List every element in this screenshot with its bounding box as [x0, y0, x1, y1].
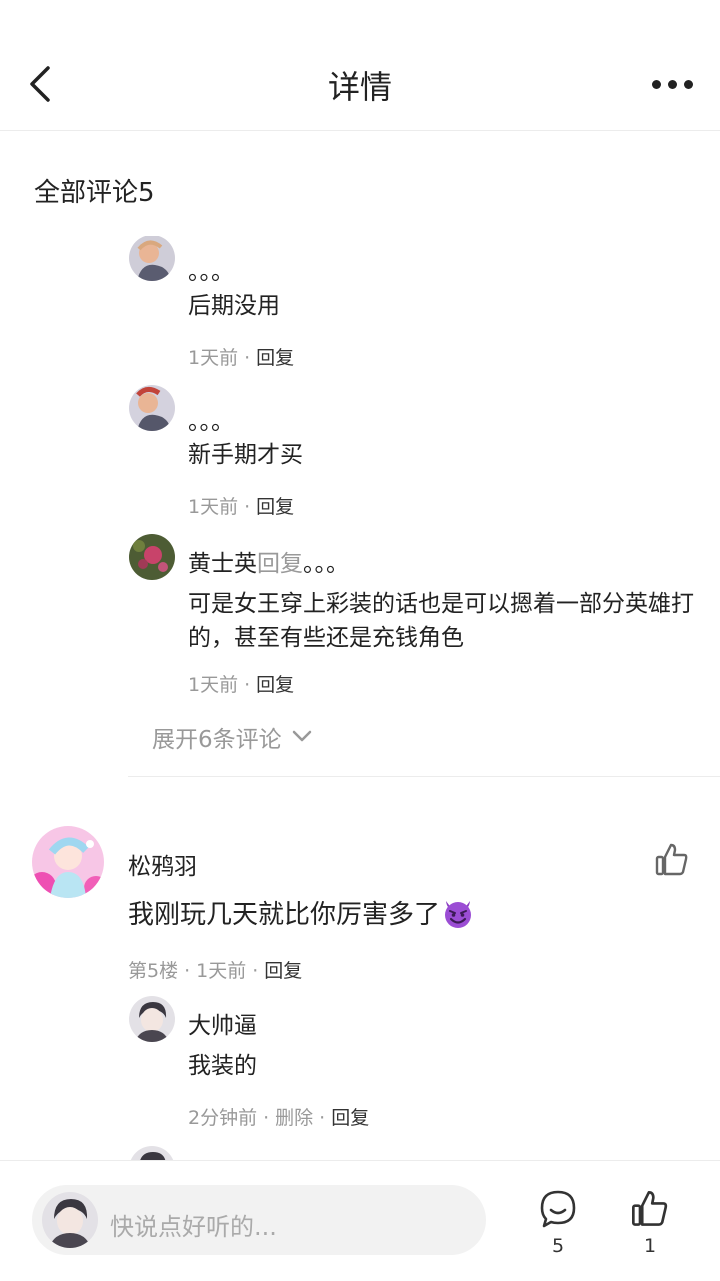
comments-button[interactable]: 5: [530, 1185, 586, 1261]
top-bar: 详情: [0, 0, 720, 131]
reply-username: 黄士英回复。。。: [188, 544, 349, 578]
reply-text: 我装的: [188, 1053, 257, 1079]
reply-username[interactable]: 大帅逼: [188, 1006, 257, 1040]
comment-input[interactable]: 快说点好听的...: [32, 1185, 486, 1255]
reply-text: 后期没用: [188, 293, 280, 319]
reply-meta: 1天前 · 回复: [188, 674, 295, 696]
all-comments-title: 全部评论5: [34, 178, 155, 208]
reply-text: 新手期才买: [188, 442, 303, 468]
reply-target[interactable]: 。。。: [303, 551, 349, 577]
comment-list: 。。。 后期没用 1天前 · 回复 。。。 新手期才买 1天前 · 回复 黄士英…: [0, 236, 720, 1160]
reply-meta: 2分钟前 · 删除 · 回复: [188, 1107, 370, 1129]
reply-time: 1天前: [188, 496, 239, 518]
avatar[interactable]: [129, 385, 175, 431]
chevron-down-icon: [292, 730, 312, 742]
reply-word: 回复: [257, 551, 303, 577]
like-count: 1: [643, 1235, 657, 1257]
bottom-bar: 快说点好听的... 5 1: [0, 1160, 720, 1281]
expand-label: 展开6条评论: [152, 727, 282, 753]
page-title: 详情: [327, 68, 392, 106]
delete-button[interactable]: 删除: [275, 1107, 313, 1129]
reply-meta: 1天前 · 回复: [188, 347, 295, 369]
comment-time: 1天前: [196, 960, 247, 982]
avatar[interactable]: [129, 236, 175, 281]
comment-meta: 第5楼 · 1天前 · 回复: [128, 960, 303, 982]
smiling-devil-emoji-icon: [445, 901, 472, 928]
comment-count: 5: [551, 1235, 565, 1257]
more-button[interactable]: [648, 70, 698, 98]
divider: [128, 776, 720, 777]
like-button[interactable]: 1: [622, 1185, 678, 1261]
comment-input-placeholder: 快说点好听的...: [110, 1213, 277, 1241]
avatar[interactable]: [129, 534, 175, 580]
reply-meta: 1天前 · 回复: [188, 496, 295, 518]
avatar[interactable]: [32, 826, 104, 898]
comment-username[interactable]: 松鸦羽: [128, 847, 197, 881]
comment-like-button[interactable]: [654, 842, 690, 878]
avatar[interactable]: [129, 1146, 175, 1160]
comment-reply-button[interactable]: 回复: [264, 960, 302, 982]
comment-text: 我刚玩几天就比你厉害多了: [128, 894, 474, 931]
expand-replies-button[interactable]: 展开6条评论: [152, 720, 313, 754]
reply-button[interactable]: 回复: [331, 1107, 369, 1129]
thumb-up-icon: [632, 1191, 668, 1226]
avatar: [42, 1192, 98, 1248]
reply-username[interactable]: 。。。: [188, 402, 234, 436]
reply-time: 1天前: [188, 674, 239, 696]
reply-button[interactable]: 回复: [256, 496, 294, 518]
reply-button[interactable]: 回复: [256, 347, 294, 369]
reply-text: 可是女王穿上彩装的话也是可以摁着一部分英雄打的，甚至有些还是充钱角色: [188, 591, 694, 651]
avatar[interactable]: [129, 996, 175, 1042]
reply-author[interactable]: 黄士英: [188, 551, 257, 577]
thumb-up-icon: [655, 843, 688, 876]
reply-username[interactable]: 。。。: [188, 252, 234, 286]
reply-button[interactable]: 回复: [256, 674, 294, 696]
reply-time: 1天前: [188, 347, 239, 369]
comment-floor: 第5楼: [128, 960, 179, 982]
reply-time: 2分钟前: [188, 1107, 258, 1129]
comment-bubble-icon: [540, 1190, 576, 1228]
